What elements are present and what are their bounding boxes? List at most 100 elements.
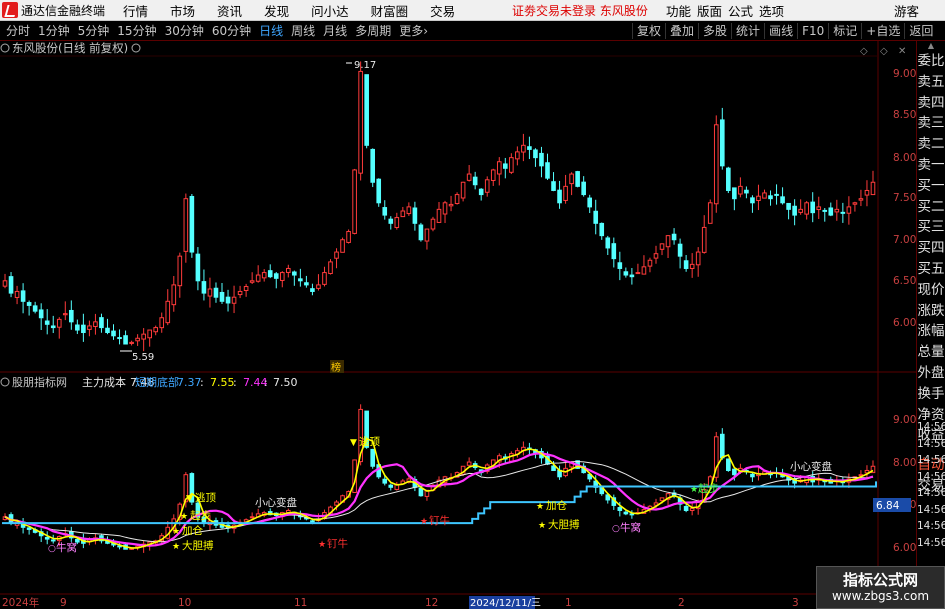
login-notice[interactable]: 证劵交易未登录 东风股份 xyxy=(512,2,648,19)
ind-candle-body xyxy=(466,461,472,466)
circle-icon: ○ xyxy=(48,544,56,554)
ind-candle-body xyxy=(629,513,635,516)
restore-rights-button[interactable]: 复权 xyxy=(632,23,665,39)
main-candle-body xyxy=(412,207,418,224)
side-item-bid3[interactable]: 买三 xyxy=(917,217,945,238)
main-candle-body xyxy=(864,189,870,196)
down-triangle-icon: ▼ xyxy=(350,438,357,448)
period-intraday[interactable]: 分时 xyxy=(6,22,30,39)
main-candle-body xyxy=(484,179,490,193)
annotation-bold: 大胆搏 xyxy=(182,539,214,552)
main-candle-body xyxy=(38,309,44,319)
menu-quotes[interactable]: 行情 xyxy=(123,1,148,20)
menu-wealth[interactable]: 财富圈 xyxy=(371,1,409,20)
side-item-bid2[interactable]: 买二 xyxy=(917,197,945,218)
overlay-button[interactable]: 叠加 xyxy=(665,23,698,39)
main-panel-settings-icon[interactable] xyxy=(131,43,141,53)
star-icon: ★ xyxy=(690,485,698,495)
main-candle-body xyxy=(816,206,822,211)
menu-ask[interactable]: 问小达 xyxy=(311,1,349,20)
period-60min[interactable]: 60分钟 xyxy=(212,22,251,39)
back-button[interactable]: 返回 xyxy=(904,23,937,39)
indicator-menu-icon[interactable] xyxy=(0,377,10,387)
main-candle-body xyxy=(599,222,605,237)
main-candle-body xyxy=(165,300,171,324)
main-candle-body xyxy=(20,290,26,302)
period-monthly[interactable]: 月线 xyxy=(323,22,347,39)
side-item-change-pct[interactable]: 涨幅 xyxy=(917,321,945,342)
side-item-bid5[interactable]: 买五 xyxy=(917,259,945,280)
date-label: 9 xyxy=(60,597,67,609)
watermark-url: www.zbgs3.com xyxy=(831,589,930,603)
panel-menu-icon[interactable] xyxy=(0,43,10,53)
side-item-ask4[interactable]: 卖四 xyxy=(917,93,945,114)
period-weekly[interactable]: 周线 xyxy=(291,22,315,39)
period-more[interactable]: 更多› xyxy=(399,22,428,39)
kline-chart[interactable]: 东风股份(日线 前复权) ◇ ◇ ✕ 9.17 5.59 榜 9.00 8.50… xyxy=(0,41,916,609)
f10-button[interactable]: F10 xyxy=(797,23,828,39)
rank-badge[interactable]: 榜 xyxy=(331,361,341,374)
main-candle-body xyxy=(352,169,357,234)
mark-button[interactable]: 标记 xyxy=(828,23,861,39)
side-item-change[interactable]: 涨跌 xyxy=(917,301,945,322)
app-title: 通达信金融终端 xyxy=(21,3,106,18)
period-30min[interactable]: 30分钟 xyxy=(165,22,204,39)
indicator-name[interactable]: 股朋指标网 xyxy=(12,375,67,389)
side-item-ask5[interactable]: 卖五 xyxy=(917,72,945,93)
menu-discover[interactable]: 发现 xyxy=(264,1,289,20)
main-candle-body xyxy=(478,188,484,196)
shrink-icon[interactable]: ◇ xyxy=(880,46,888,57)
draw-line-button[interactable]: 画线 xyxy=(764,23,797,39)
menu-function[interactable]: 功能 xyxy=(666,1,691,20)
menu-options[interactable]: 选项 xyxy=(759,1,784,20)
main-candle-body xyxy=(424,228,430,242)
period-15min[interactable]: 15分钟 xyxy=(117,22,156,39)
main-candle-body xyxy=(255,274,261,282)
menu-news[interactable]: 资讯 xyxy=(217,1,242,20)
main-candle-body xyxy=(388,218,394,224)
annotation-caution: 小心变盘 xyxy=(790,460,832,473)
side-item-ratio[interactable]: 委比 xyxy=(917,51,945,72)
side-item-turnover[interactable]: 换手 xyxy=(917,384,945,405)
period-1min[interactable]: 1分钟 xyxy=(38,22,70,39)
add-watchlist-button[interactable]: +自选 xyxy=(861,23,904,39)
indicator-sep: : xyxy=(264,376,268,389)
close-panel-icon[interactable]: ✕ xyxy=(898,46,906,57)
title-bar: 通达信金融终端 行情 市场 资讯 发现 问小达 财富圈 交易 证劵交易未登录 东… xyxy=(0,0,945,21)
side-item-price[interactable]: 现价 xyxy=(917,280,945,301)
main-candle-body xyxy=(472,176,478,186)
statistics-button[interactable]: 统计 xyxy=(731,23,764,39)
guest-login[interactable]: 游客 xyxy=(894,1,919,20)
main-candle-body xyxy=(56,318,62,328)
side-item-bid4[interactable]: 买四 xyxy=(917,238,945,259)
period-daily[interactable]: 日线 xyxy=(259,22,283,39)
main-candle-body xyxy=(93,321,98,328)
main-candle-body xyxy=(129,341,134,344)
menu-market[interactable]: 市场 xyxy=(170,1,195,20)
side-item-volume[interactable]: 总量 xyxy=(917,342,945,363)
main-candle-body xyxy=(689,263,695,269)
short-bottom-value: 7.37 xyxy=(177,376,202,389)
main-candle-body xyxy=(719,119,725,167)
main-candle-body xyxy=(436,208,442,223)
main-candle-body xyxy=(593,210,599,224)
multi-stock-button[interactable]: 多股 xyxy=(698,23,731,39)
period-multi[interactable]: 多周期 xyxy=(355,22,391,39)
main-candle-body xyxy=(328,261,333,275)
star-icon: ★ xyxy=(172,527,180,537)
period-5min[interactable]: 5分钟 xyxy=(78,22,110,39)
side-item-ask1[interactable]: 卖一 xyxy=(917,155,945,176)
menu-trade[interactable]: 交易 xyxy=(430,1,455,20)
side-scroll-top[interactable]: ▲ xyxy=(917,41,945,51)
side-item-ask3[interactable]: 卖三 xyxy=(917,113,945,134)
side-item-ask2[interactable]: 卖二 xyxy=(917,134,945,155)
menu-formula[interactable]: 公式 xyxy=(728,1,753,20)
annotation-escape-top: 逃顶 xyxy=(195,491,216,504)
ind-candle-body xyxy=(750,473,755,478)
diamond-icon[interactable]: ◇ xyxy=(860,46,868,57)
main-candle-body xyxy=(8,276,14,294)
side-item-bid1[interactable]: 买一 xyxy=(917,176,945,197)
side-item-outer[interactable]: 外盘 xyxy=(917,363,945,384)
menu-layout[interactable]: 版面 xyxy=(697,1,722,20)
main-axis-tick: 6.00 xyxy=(893,317,916,329)
